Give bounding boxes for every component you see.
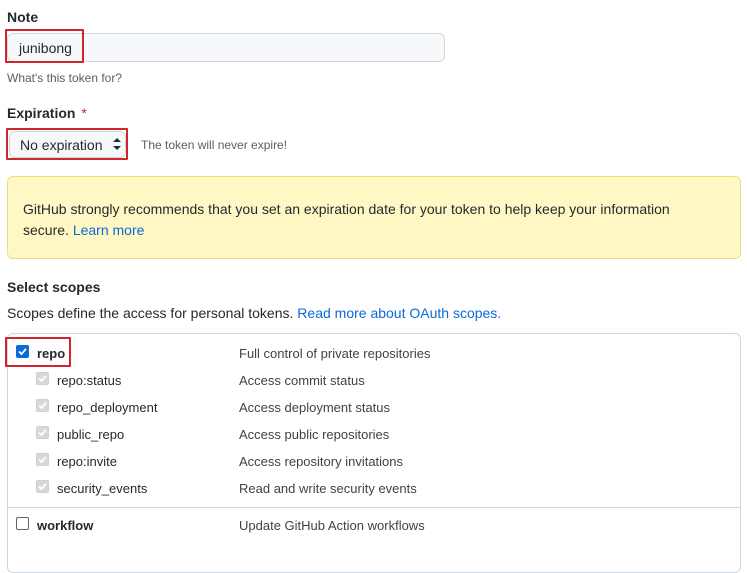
expiration-label: Expiration * <box>7 105 87 121</box>
expiration-hint: The token will never expire! <box>141 138 288 152</box>
scope-name-security-events: security_events <box>57 481 148 496</box>
learn-more-link[interactable]: Learn more <box>73 222 145 238</box>
oauth-scopes-link[interactable]: Read more about OAuth scopes. <box>297 305 501 321</box>
expiration-label-text: Expiration <box>7 105 76 121</box>
scope-checkbox-workflow[interactable] <box>16 517 29 530</box>
scope-desc-repo-invite: Access repository invitations <box>239 454 404 469</box>
scope-name-workflow: workflow <box>37 518 94 533</box>
check-icon <box>38 483 47 491</box>
required-mark: * <box>81 105 87 121</box>
scope-name-repo-deployment: repo_deployment <box>57 400 158 415</box>
scopes-list <box>7 333 741 573</box>
scope-desc-workflow: Update GitHub Action workflows <box>239 518 425 533</box>
scope-checkbox-repo-invite <box>36 453 49 466</box>
scope-checkbox-public-repo <box>36 426 49 439</box>
note-hint: What's this token for? <box>7 71 123 85</box>
scope-desc-security-events: Read and write security events <box>239 481 417 496</box>
scope-desc-repo-deployment: Access deployment status <box>239 400 391 415</box>
scopes-description: Scopes define the access for personal to… <box>7 305 501 321</box>
scope-desc-repo: Full control of private repositories <box>239 346 431 361</box>
note-highlight <box>5 29 84 63</box>
scope-checkbox-repo-deployment <box>36 399 49 412</box>
scope-desc-public-repo: Access public repositories <box>239 427 390 442</box>
scope-name-repo-status: repo:status <box>57 373 122 388</box>
note-label: Note <box>7 9 39 25</box>
scopes-description-text: Scopes define the access for personal to… <box>7 305 294 321</box>
scope-checkbox-repo[interactable] <box>16 345 29 358</box>
select-scopes-heading: Select scopes <box>7 279 101 295</box>
check-icon <box>18 348 27 356</box>
check-icon <box>38 375 47 383</box>
scope-name-repo-invite: repo:invite <box>57 454 117 469</box>
scope-name-repo: repo <box>37 346 66 361</box>
scope-desc-repo-status: Access commit status <box>239 373 365 388</box>
check-icon <box>38 456 47 464</box>
scope-name-public-repo: public_repo <box>57 427 125 442</box>
scope-checkbox-repo-status <box>36 372 49 385</box>
check-icon <box>38 402 47 410</box>
check-icon <box>38 429 47 437</box>
expiration-warning-text: GitHub strongly recommends that you set … <box>23 199 713 241</box>
expiration-highlight <box>6 128 128 160</box>
scope-checkbox-security-events <box>36 480 49 493</box>
scope-divider <box>8 507 740 508</box>
